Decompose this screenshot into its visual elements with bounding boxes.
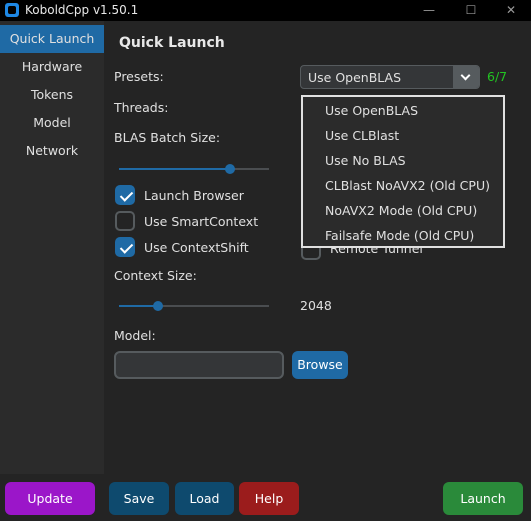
preset-option-clblast-noavx2[interactable]: CLBlast NoAVX2 (Old CPU) (325, 178, 490, 193)
preset-option-failsafe[interactable]: Failsafe Mode (Old CPU) (325, 228, 474, 243)
browse-button[interactable]: Browse (292, 351, 348, 379)
blas-slider-fill (119, 168, 230, 170)
sidebar-item-model[interactable]: Model (0, 109, 104, 137)
contextshift-label: Use ContextShift (144, 240, 249, 255)
preset-count: 6/7 (487, 69, 508, 84)
preset-option-noavx2[interactable]: NoAVX2 Mode (Old CPU) (325, 203, 477, 218)
smartcontext-label: Use SmartContext (144, 214, 259, 229)
launch-browser-checkbox[interactable] (115, 185, 135, 205)
threads-label: Threads: (114, 100, 169, 115)
smartcontext-checkbox[interactable] (115, 211, 135, 231)
blas-batch-size-slider[interactable] (119, 164, 269, 174)
preset-option-openblas[interactable]: Use OpenBLAS (325, 103, 418, 118)
presets-dropdown-menu: Use OpenBLAS Use CLBlast Use No BLAS CLB… (301, 95, 505, 248)
launch-browser-label: Launch Browser (144, 188, 244, 203)
maximize-icon[interactable]: ☐ (451, 0, 491, 21)
update-button[interactable]: Update (5, 482, 95, 515)
launch-button[interactable]: Launch (443, 482, 523, 515)
minimize-icon[interactable]: — (409, 0, 449, 21)
chevron-down-icon[interactable] (453, 66, 479, 88)
page-title: Quick Launch (119, 35, 225, 51)
window-title: KoboldCpp v1.50.1 (25, 3, 139, 17)
model-label: Model: (114, 328, 156, 343)
contextshift-checkbox[interactable] (115, 237, 135, 257)
load-button[interactable]: Load (175, 482, 234, 515)
sidebar: Quick Launch Hardware Tokens Model Netwo… (0, 21, 104, 474)
blas-slider-knob[interactable] (225, 164, 235, 174)
app-icon (5, 3, 19, 17)
context-size-label: Context Size: (114, 268, 197, 283)
preset-option-no-blas[interactable]: Use No BLAS (325, 153, 406, 168)
sidebar-item-tokens[interactable]: Tokens (0, 81, 104, 109)
context-size-slider[interactable] (119, 301, 269, 311)
blas-batch-size-label: BLAS Batch Size: (114, 130, 221, 145)
context-size-value: 2048 (300, 298, 332, 313)
presets-selected-value: Use OpenBLAS (308, 70, 402, 85)
context-slider-knob[interactable] (153, 301, 163, 311)
help-button[interactable]: Help (239, 482, 299, 515)
model-path-input[interactable] (114, 351, 284, 379)
close-icon[interactable]: ✕ (491, 0, 531, 21)
presets-dropdown[interactable]: Use OpenBLAS (300, 65, 480, 89)
preset-option-clblast[interactable]: Use CLBlast (325, 128, 399, 143)
sidebar-item-hardware[interactable]: Hardware (0, 53, 104, 81)
sidebar-item-network[interactable]: Network (0, 137, 104, 165)
sidebar-item-quick-launch[interactable]: Quick Launch (0, 25, 104, 53)
title-bar: KoboldCpp v1.50.1 — ☐ ✕ (0, 0, 531, 21)
save-button[interactable]: Save (109, 482, 169, 515)
presets-label: Presets: (114, 69, 164, 84)
